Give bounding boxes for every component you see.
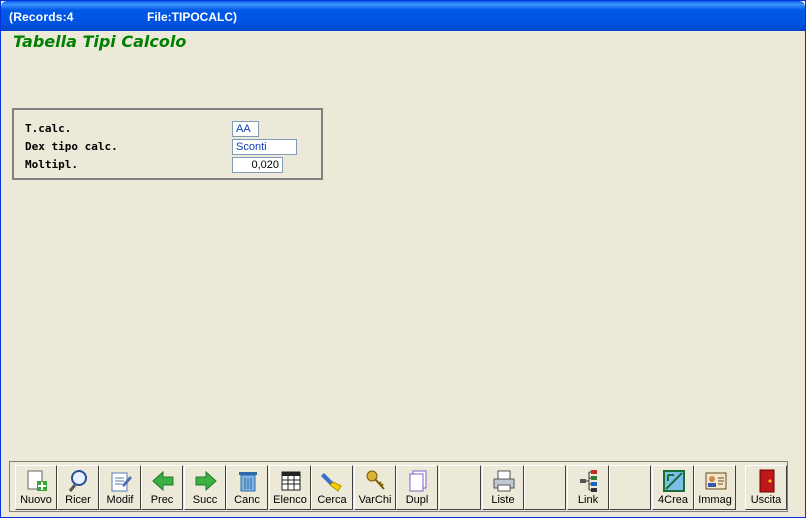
duplicate-icon — [409, 470, 427, 492]
t-calc-field[interactable]: AA — [232, 121, 259, 137]
edit-document-icon — [111, 472, 132, 492]
elenco-label: Elenco — [273, 494, 307, 506]
liste-label: Liste — [491, 494, 515, 506]
modif-button[interactable]: Modif — [99, 465, 141, 510]
trash-icon — [239, 472, 257, 492]
succ-label: Succ — [192, 494, 218, 506]
empty-button-2[interactable] — [524, 465, 566, 510]
app-window: (Records:4 File:TIPOCALC) — [0, 0, 806, 518]
varchi-label: VarChi — [358, 494, 392, 506]
title-bar: (Records:4 File:TIPOCALC) — [1, 1, 805, 31]
empty-button-1[interactable] — [439, 465, 481, 510]
image-card-icon — [705, 472, 727, 490]
modif-label: Modif — [106, 494, 134, 506]
dupl-label: Dupl — [405, 494, 429, 506]
link-label: Link — [577, 494, 599, 506]
file-name: File:TIPOCALC) — [147, 10, 237, 24]
new-record-icon — [27, 470, 47, 491]
moltipl-field[interactable]: 0,020 — [232, 157, 283, 173]
prec-button[interactable]: Prec — [141, 465, 183, 510]
page-title: Tabella Tipi Calcolo — [13, 32, 187, 51]
create-icon — [663, 470, 685, 492]
records-count: (Records:4 — [9, 10, 74, 24]
4crea-label: 4Crea — [658, 494, 688, 506]
table-list-icon — [281, 471, 301, 491]
exit-door-icon — [759, 469, 775, 493]
dupl-button[interactable]: Dupl — [396, 465, 438, 510]
ricer-button[interactable]: Ricer — [57, 465, 99, 510]
label-t-calc: T.calc. — [25, 122, 72, 135]
succ-button[interactable]: Succ — [184, 465, 226, 510]
empty-button-3[interactable] — [609, 465, 651, 510]
keys-icon — [366, 470, 385, 490]
link-button[interactable]: Link — [567, 465, 609, 510]
client-area — [4, 31, 802, 516]
prec-label: Prec — [150, 494, 174, 506]
flashlight-icon — [321, 473, 342, 492]
liste-button[interactable]: Liste — [482, 465, 524, 510]
immag-button[interactable]: Immag — [694, 465, 736, 510]
cerca-label: Cerca — [317, 494, 347, 506]
printer-icon — [493, 470, 515, 492]
varchi-button[interactable]: VarChi — [354, 465, 396, 510]
uscita-button[interactable]: Uscita — [745, 465, 787, 510]
arrow-right-icon — [195, 470, 217, 492]
arrow-left-icon — [152, 470, 174, 492]
cerca-button[interactable]: Cerca — [311, 465, 353, 510]
elenco-button[interactable]: Elenco — [269, 465, 311, 510]
nuovo-label: Nuovo — [20, 494, 52, 506]
dex-tipo-calc-field[interactable]: Sconti — [232, 139, 297, 155]
label-dex-tipo-calc: Dex tipo calc. — [25, 140, 118, 153]
link-tree-icon — [580, 470, 597, 492]
label-moltipl: Moltipl. — [25, 158, 78, 171]
canc-button[interactable]: Canc — [226, 465, 268, 510]
search-magnifier-icon — [68, 470, 87, 492]
ricer-label: Ricer — [65, 494, 91, 506]
canc-label: Canc — [234, 494, 260, 506]
4crea-button[interactable]: 4Crea — [652, 465, 694, 510]
nuovo-button[interactable]: Nuovo — [15, 465, 57, 510]
immag-label: Immag — [698, 494, 732, 506]
uscita-label: Uscita — [750, 494, 782, 506]
